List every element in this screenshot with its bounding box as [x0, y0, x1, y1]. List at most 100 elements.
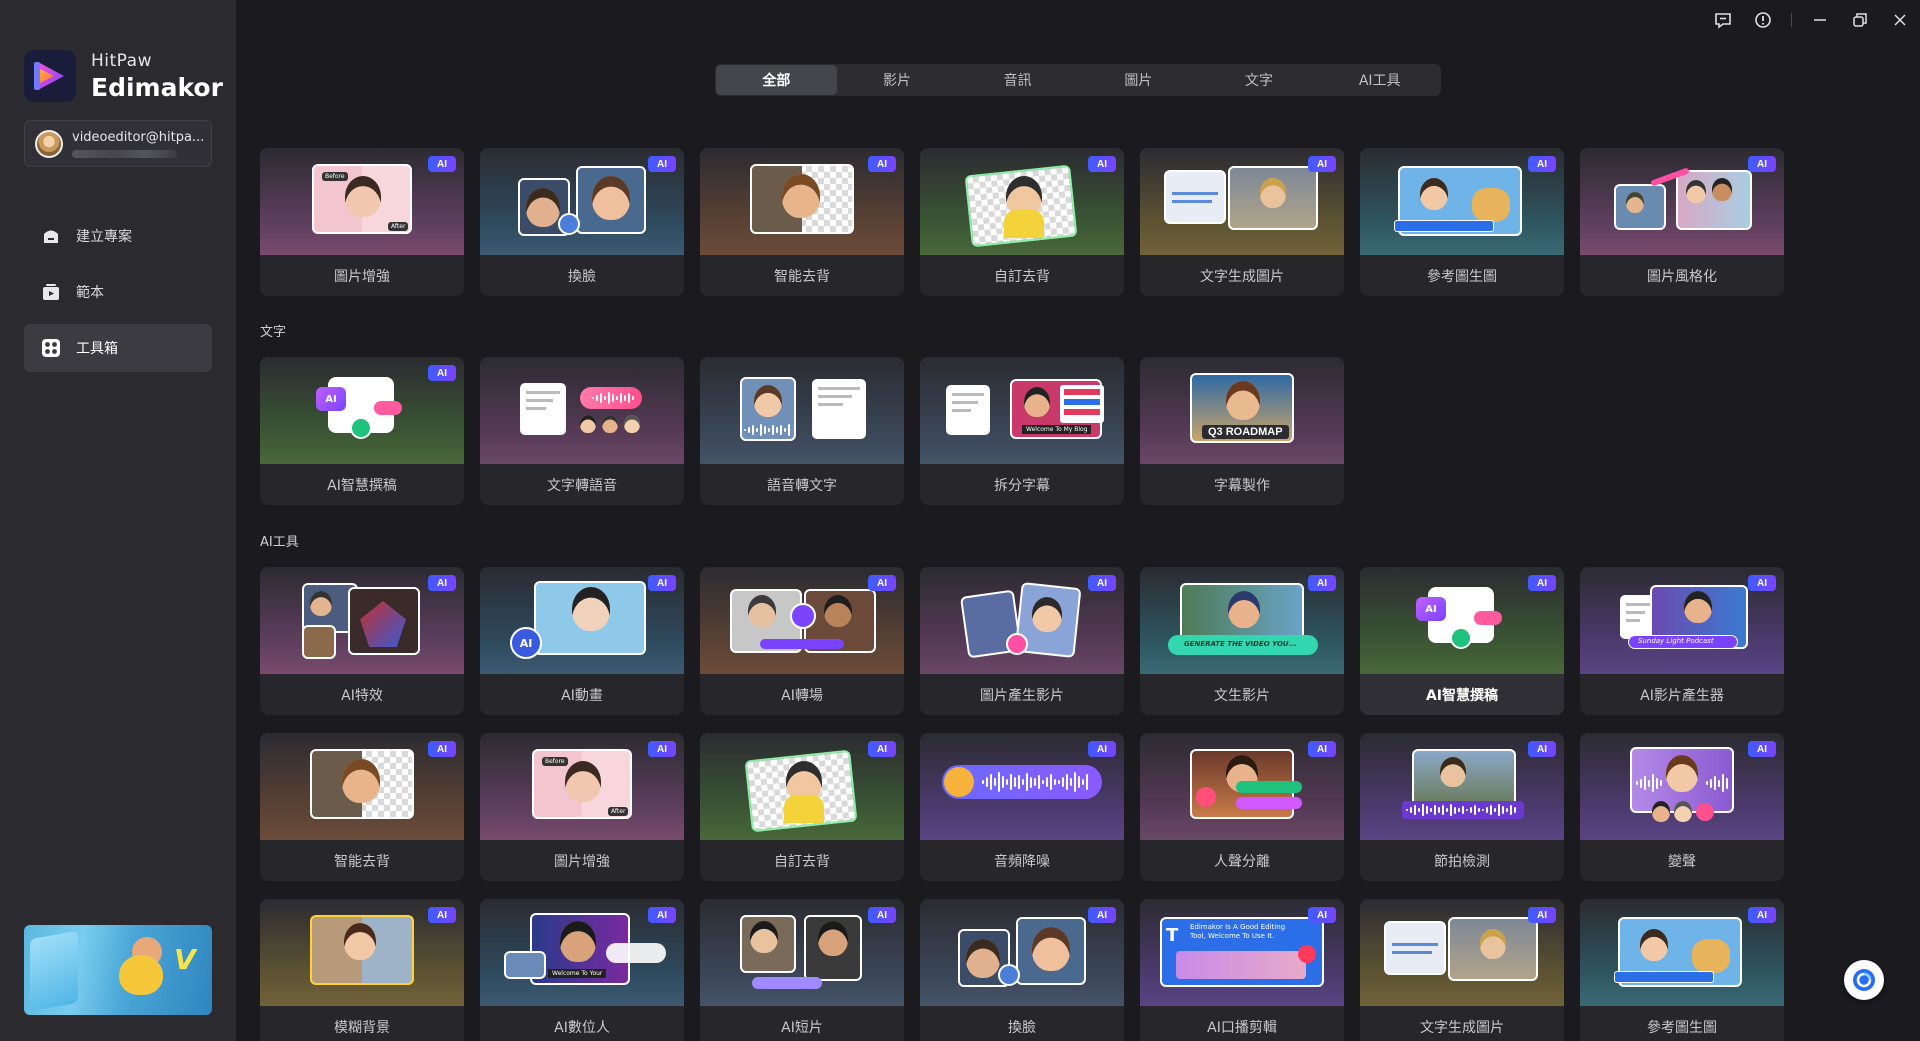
- thumbnail-face: [1260, 178, 1286, 208]
- tab-audio[interactable]: 音訊: [957, 65, 1078, 95]
- tool-card-ai1-6[interactable]: Sunday Light Podcast AI AI影片產生器: [1580, 567, 1784, 715]
- tool-card-image-4[interactable]: AI 文字生成圖片: [1140, 148, 1344, 296]
- tool-label: 拆分字幕: [994, 477, 1050, 494]
- account-box[interactable]: videoeditor@hitpa...: [24, 120, 212, 167]
- ai-badge: AI: [1308, 156, 1336, 172]
- tab-text[interactable]: 文字: [1199, 65, 1320, 95]
- restore-button[interactable]: [1840, 0, 1880, 40]
- tool-card-ai1-1[interactable]: AI AI AI動畫: [480, 567, 684, 715]
- tool-label: 字幕製作: [1214, 477, 1270, 494]
- thumbnail-face: [782, 174, 820, 218]
- tool-card-ai1-2[interactable]: AI AI轉場: [700, 567, 904, 715]
- thumbnail-face: [592, 176, 630, 220]
- tool-card-image-2[interactable]: AI 智能去背: [700, 148, 904, 296]
- thumbnail-face: [818, 921, 848, 956]
- tool-card-image-3[interactable]: AI 自訂去背: [920, 148, 1124, 296]
- tool-card-text-0[interactable]: AI AI AI智慧撰稿: [260, 357, 464, 505]
- tool-label: 變聲: [1668, 853, 1696, 870]
- info-button[interactable]: [1743, 0, 1783, 40]
- tool-label: 智能去背: [334, 853, 390, 870]
- restore-icon: [1853, 13, 1867, 27]
- tool-card-ai3-2[interactable]: AI AI短片: [700, 899, 904, 1041]
- tool-label: 模糊背景: [334, 1019, 390, 1036]
- sparkle-icon: [1450, 627, 1472, 649]
- ai-badge: AI: [868, 907, 896, 923]
- tool-card-ai2-4[interactable]: AI 人聲分離: [1140, 733, 1344, 881]
- tool-card-image-6[interactable]: AI 圖片風格化: [1580, 148, 1784, 296]
- tool-card-ai3-4[interactable]: T Edimakor Is A Good Editing Tool, Welcom…: [1140, 899, 1344, 1041]
- thumbnail-face: [1684, 591, 1712, 624]
- waveform-graphic: [1406, 803, 1520, 817]
- thumbnail-caption: Sunday Light Podcast: [1638, 637, 1714, 645]
- tool-card-ai3-5[interactable]: AI 文字生成圖片: [1360, 899, 1564, 1041]
- ai-badge: AI: [428, 741, 456, 757]
- thumbnail-caption: Q3 ROADMAP: [1202, 425, 1289, 439]
- tab-all[interactable]: 全部: [716, 65, 837, 95]
- text-line: [1392, 951, 1432, 954]
- tool-card-ai1-3[interactable]: AI 圖片產生影片: [920, 567, 1124, 715]
- text-line: [1172, 192, 1218, 195]
- thumbnail-face: [602, 415, 618, 434]
- tool-card-image-0[interactable]: Before After AI 圖片增強: [260, 148, 464, 296]
- sidebar-item-label: 範本: [76, 285, 104, 301]
- feedback-button[interactable]: [1703, 0, 1743, 40]
- delete-icon: [1298, 945, 1316, 963]
- tab-video[interactable]: 影片: [837, 65, 958, 95]
- tool-card-text-4[interactable]: Q3 ROADMAP 字幕製作: [1140, 357, 1344, 505]
- thumbnail-photo: [1384, 921, 1446, 975]
- tool-card-ai2-6[interactable]: AI 變聲: [1580, 733, 1784, 881]
- waveform-graphic: [1636, 773, 1664, 793]
- tool-card-ai1-5[interactable]: AI AI AI智慧撰稿: [1360, 567, 1564, 715]
- tool-card-ai1-4[interactable]: GENERATE THE VIDEO YOU... AI 文生影片: [1140, 567, 1344, 715]
- assistant-button[interactable]: [1844, 960, 1884, 1000]
- tool-card-ai2-0[interactable]: AI 智能去背: [260, 733, 464, 881]
- tool-card-ai3-0[interactable]: AI 模糊背景: [260, 899, 464, 1041]
- promo-banner[interactable]: V: [24, 925, 212, 1015]
- sidebar: HitPaw Edimakor videoeditor@hitpa... 建立專…: [0, 0, 236, 1041]
- sidebar-item-create-project[interactable]: 建立專案: [24, 212, 212, 260]
- tool-label: 音頻降噪: [994, 853, 1050, 870]
- tool-card-image-5[interactable]: AI 參考圖生圖: [1360, 148, 1564, 296]
- thumbnail-caption: After: [388, 222, 409, 231]
- tool-card-ai3-6[interactable]: AI 參考圖生圖: [1580, 899, 1784, 1041]
- tool-card-ai3-1[interactable]: Welcome To Your AI AI數位人: [480, 899, 684, 1041]
- thumbnail-face: [344, 923, 376, 960]
- tool-card-ai2-2[interactable]: AI 自訂去背: [700, 733, 904, 881]
- tool-card-ai2-1[interactable]: Before After AI 圖片增強: [480, 733, 684, 881]
- thumbnail-caption: Welcome To Your: [548, 969, 607, 978]
- tool-card-ai3-3[interactable]: AI 換臉: [920, 899, 1124, 1041]
- thumbnail-caption: Edimakor Is A Good Editing Tool, Welcome…: [1190, 923, 1286, 940]
- tool-card-image-1[interactable]: AI 換臉: [480, 148, 684, 296]
- ai-badge: AI: [868, 575, 896, 591]
- thumbnail-face: [1626, 192, 1644, 213]
- ai-badge: AI: [1748, 741, 1776, 757]
- tool-card-ai2-3[interactable]: AI 音頻降噪: [920, 733, 1124, 881]
- plus-icon: [1006, 633, 1028, 655]
- thumbnail-caption: GENERATE THE VIDEO YOU...: [1184, 640, 1297, 648]
- document-icon: [946, 385, 990, 435]
- section-label-ai-tools: AI工具: [260, 535, 299, 550]
- thumbnail-face: [1440, 757, 1466, 787]
- tool-label: AI口播剪輯: [1207, 1019, 1277, 1036]
- tab-ai-tools[interactable]: AI工具: [1319, 65, 1440, 95]
- ai-chip-icon: AI: [1416, 597, 1446, 621]
- section-label-text: 文字: [260, 325, 287, 340]
- sidebar-item-toolbox[interactable]: 工具箱: [24, 324, 212, 372]
- subtitle-list: [1060, 385, 1104, 423]
- sidebar-item-templates[interactable]: 範本: [24, 268, 212, 316]
- thumbnail-face: [580, 415, 596, 434]
- close-button[interactable]: [1880, 0, 1920, 40]
- tool-card-ai2-5[interactable]: AI 節拍檢測: [1360, 733, 1564, 881]
- tool-card-text-1[interactable]: 文字轉語音: [480, 357, 684, 505]
- brand-name-line2: Edimakor: [91, 72, 223, 102]
- account-email: videoeditor@hitpa...: [72, 129, 205, 145]
- minimize-button[interactable]: [1800, 0, 1840, 40]
- toolbox-icon: [40, 337, 62, 359]
- tool-card-text-3[interactable]: Welcome To My Blog 拆分字幕: [920, 357, 1124, 505]
- close-icon: [1894, 14, 1906, 26]
- tool-card-ai1-0[interactable]: AI AI特效: [260, 567, 464, 715]
- tab-image[interactable]: 圖片: [1078, 65, 1199, 95]
- ai-badge: AI: [1308, 907, 1336, 923]
- tool-card-text-2[interactable]: 語音轉文字: [700, 357, 904, 505]
- ai-badge: AI: [1308, 575, 1336, 591]
